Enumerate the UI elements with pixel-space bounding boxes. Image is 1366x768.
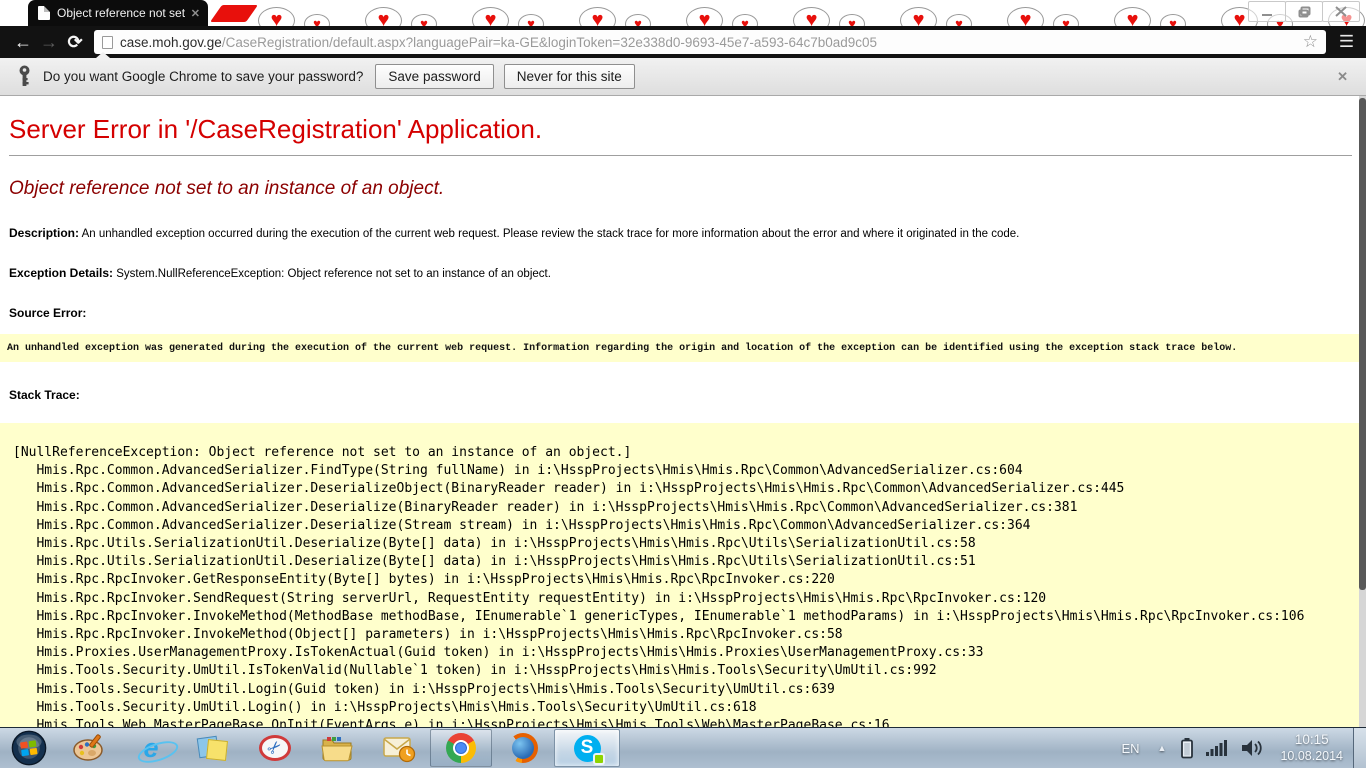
heart-icon: ♥: [946, 14, 972, 26]
volume-icon[interactable]: [1234, 738, 1270, 758]
taskbar-item-internet-explorer[interactable]: e: [120, 728, 182, 768]
heart-icon: ♥: [365, 7, 402, 26]
tab-title: Object reference not set to: [57, 6, 187, 20]
stack-trace-label: Stack Trace:: [9, 388, 80, 402]
outlook-icon: [382, 733, 416, 763]
exception-label: Exception Details:: [9, 266, 113, 280]
heart-icon: ♥: [411, 14, 437, 26]
taskbar-item-chrome[interactable]: [430, 729, 492, 767]
windows-start-icon: [11, 730, 47, 766]
heart-icon: ♥: [686, 7, 723, 26]
start-button[interactable]: [0, 728, 58, 768]
network-signal-icon[interactable]: [1200, 739, 1234, 757]
stack-trace-section: Stack Trace:: [9, 388, 1352, 402]
heart-icon: ♥: [579, 7, 616, 26]
sticky-note-front-icon: [206, 739, 228, 761]
taskbar-item-paint[interactable]: [58, 728, 120, 768]
clock-time: 10:15: [1280, 732, 1343, 749]
error-title: Server Error in '/CaseRegistration' Appl…: [9, 114, 1352, 145]
chrome-menu-icon[interactable]: ☰: [1334, 32, 1360, 52]
minimize-button[interactable]: [1248, 1, 1286, 22]
browser-toolbar: ← → ⟳ case.moh.gov.ge/CaseRegistration/d…: [0, 26, 1366, 58]
heart-icon: ♥: [518, 14, 544, 26]
skype-status-badge: [593, 753, 605, 765]
folder-icon: [320, 733, 354, 763]
heart-icon: ♥: [1160, 14, 1186, 26]
firefox-icon: [508, 733, 538, 763]
exception-text: System.NullReferenceException: Object re…: [116, 268, 551, 280]
address-bar[interactable]: case.moh.gov.ge/CaseRegistration/default…: [94, 30, 1326, 54]
scrollbar[interactable]: [1359, 96, 1366, 727]
stack-trace-box: [NullReferenceException: Object referenc…: [0, 423, 1366, 727]
heart-icon: ♥: [732, 14, 758, 26]
heart-icon: ♥: [793, 7, 830, 26]
scrollbar-thumb[interactable]: [1359, 98, 1366, 590]
error-page: Server Error in '/CaseRegistration' Appl…: [0, 96, 1366, 727]
heart-icon: ♥: [472, 7, 509, 26]
window-controls: [1249, 1, 1360, 22]
page-icon[interactable]: [102, 36, 113, 49]
url-text[interactable]: case.moh.gov.ge/CaseRegistration/default…: [120, 35, 1295, 50]
tray-clock[interactable]: 10:15 10.08.2014: [1270, 732, 1353, 765]
key-icon: [18, 65, 31, 89]
restore-button[interactable]: [1285, 1, 1323, 22]
paint-icon: [72, 732, 106, 764]
scissors-icon: ✂: [263, 736, 287, 760]
taskbar-item-windows-explorer[interactable]: [306, 728, 368, 768]
source-error-box: An unhandled exception was generated dur…: [0, 334, 1366, 362]
url-domain: case.moh.gov.ge: [120, 35, 222, 50]
description-text: An unhandled exception occurred during t…: [82, 228, 1020, 240]
reload-icon[interactable]: ⟳: [62, 33, 88, 51]
never-for-site-button[interactable]: Never for this site: [504, 64, 635, 89]
snipping-tool-icon: ✂: [259, 735, 291, 761]
back-icon[interactable]: ←: [10, 33, 36, 51]
exception-details: Exception Details: System.NullReferenceE…: [9, 266, 1352, 280]
tab-close-icon[interactable]: ✕: [191, 7, 200, 20]
infobar-close-icon[interactable]: ✕: [1331, 69, 1354, 85]
heart-icon: ♥: [304, 14, 330, 26]
taskbar: e ✂ S: [0, 727, 1366, 768]
bookmark-star-icon[interactable]: ☆: [1303, 32, 1318, 52]
skype-initial: S: [581, 737, 594, 759]
infobar-notch: [96, 52, 110, 58]
page-favicon-icon: [38, 6, 50, 20]
save-password-button[interactable]: Save password: [375, 64, 493, 89]
forward-icon[interactable]: →: [36, 33, 62, 51]
clock-date: 10.08.2014: [1280, 749, 1343, 765]
tab-strip: ♥♥♥♥♥♥♥♥♥♥♥♥♥♥♥♥♥♥♥♥♥♥ Object reference …: [0, 0, 1366, 26]
internet-explorer-icon: e: [143, 735, 158, 762]
battery-icon[interactable]: [1174, 737, 1200, 759]
taskbar-item-skype[interactable]: S: [554, 729, 620, 767]
password-infobar: Do you want Google Chrome to save your p…: [0, 58, 1366, 96]
infobar-message: Do you want Google Chrome to save your p…: [43, 69, 363, 84]
browser-tab[interactable]: Object reference not set to ✕: [28, 0, 208, 26]
skype-icon: S: [574, 735, 601, 762]
error-subtitle: Object reference not set to an instance …: [9, 178, 1352, 200]
taskbar-item-sticky-notes[interactable]: [182, 728, 244, 768]
taskbar-item-outlook[interactable]: [368, 728, 430, 768]
source-error-section: Source Error:: [9, 306, 1352, 320]
language-indicator[interactable]: EN: [1111, 741, 1149, 756]
show-desktop-button[interactable]: [1353, 728, 1366, 768]
tray-expand-icon[interactable]: ▲: [1150, 743, 1175, 753]
heart-icon: ♥: [258, 7, 295, 26]
chrome-icon: [446, 733, 476, 763]
taskbar-item-snipping-tool[interactable]: ✂: [244, 728, 306, 768]
heart-icon: ♥: [839, 14, 865, 26]
description-label: Description:: [9, 226, 79, 240]
source-error-label: Source Error:: [9, 306, 86, 320]
divider: [9, 155, 1352, 156]
heart-icon: ♥: [1114, 7, 1151, 26]
taskbar-item-firefox[interactable]: [492, 728, 554, 768]
close-button[interactable]: [1322, 1, 1360, 22]
url-path: /CaseRegistration/default.aspx?languageP…: [222, 35, 877, 50]
system-tray: EN ▲ 10:15: [1111, 728, 1366, 768]
heart-icon: ♥: [1053, 14, 1079, 26]
heart-icon: ♥: [1007, 7, 1044, 26]
heart-icon: ♥: [625, 14, 651, 26]
heart-icon: ♥: [900, 7, 937, 26]
error-description: Description: An unhandled exception occu…: [9, 226, 1352, 240]
